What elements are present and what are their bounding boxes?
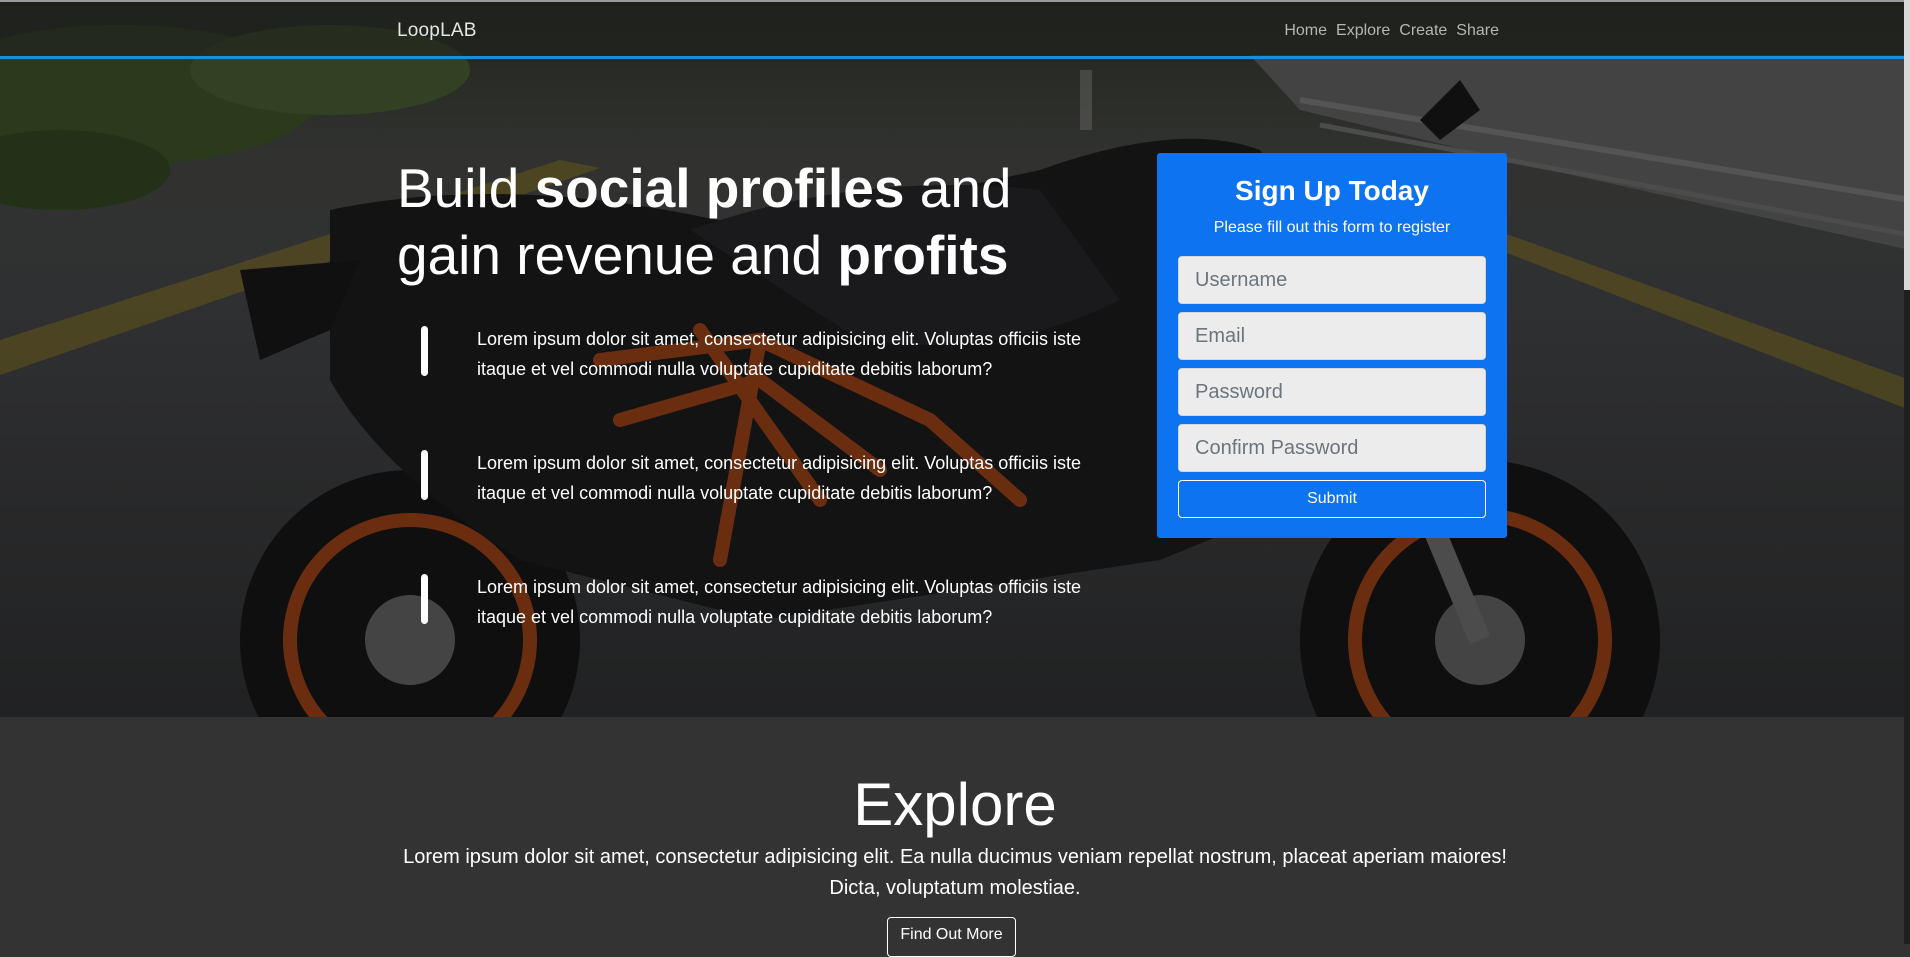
signup-card: Sign Up Today Please fill out this form … [1157,153,1507,538]
feature-accent-bar [421,450,428,500]
signup-subtitle: Please fill out this form to register [1213,219,1451,236]
top-navbar: LoopLAB Home Explore Create Share [0,0,1910,59]
confirm-password-input[interactable] [1178,424,1486,472]
headline-bold-1: social profiles [534,157,905,219]
nav-links: Home Explore Create Share [1275,22,1499,40]
find-out-more-button[interactable]: Find Out More [887,917,1016,957]
feature-accent-bar [421,574,428,624]
feature-text: Lorem ipsum dolor sit amet, consectetur … [477,453,1081,503]
feature-item: Lorem ipsum dolor sit amet, consectetur … [397,574,1087,644]
email-input[interactable] [1178,312,1486,360]
username-input[interactable] [1178,256,1486,304]
submit-button[interactable]: Submit [1178,480,1486,518]
brand-logo[interactable]: LoopLAB [397,20,477,42]
feature-accent-bar [421,326,428,376]
explore-body: Lorem ipsum dolor sit amet, consectetur … [403,846,1507,899]
feature-item: Lorem ipsum dolor sit amet, consectetur … [397,450,1087,520]
explore-section: Explore Lorem ipsum dolor sit amet, cons… [0,717,1910,957]
page-scrollbar[interactable] [1904,0,1910,944]
nav-link-explore[interactable]: Explore [1336,22,1390,40]
feature-text: Lorem ipsum dolor sit amet, consectetur … [477,329,1081,379]
nav-link-home[interactable]: Home [1284,22,1327,40]
feature-text: Lorem ipsum dolor sit amet, consectetur … [477,577,1081,627]
hero-headline: Build social profiles and gain revenue a… [397,155,1117,289]
password-input[interactable] [1178,368,1486,416]
scrollbar-thumb[interactable] [1904,0,1910,290]
feature-item: Lorem ipsum dolor sit amet, consectetur … [397,326,1087,396]
nav-link-share[interactable]: Share [1456,22,1499,40]
headline-text-1: Build [397,157,535,219]
headline-bold-2: profits [837,224,1009,286]
explore-title: Explore [853,771,1057,838]
signup-title: Sign Up Today [1235,175,1429,206]
nav-link-create[interactable]: Create [1399,22,1447,40]
